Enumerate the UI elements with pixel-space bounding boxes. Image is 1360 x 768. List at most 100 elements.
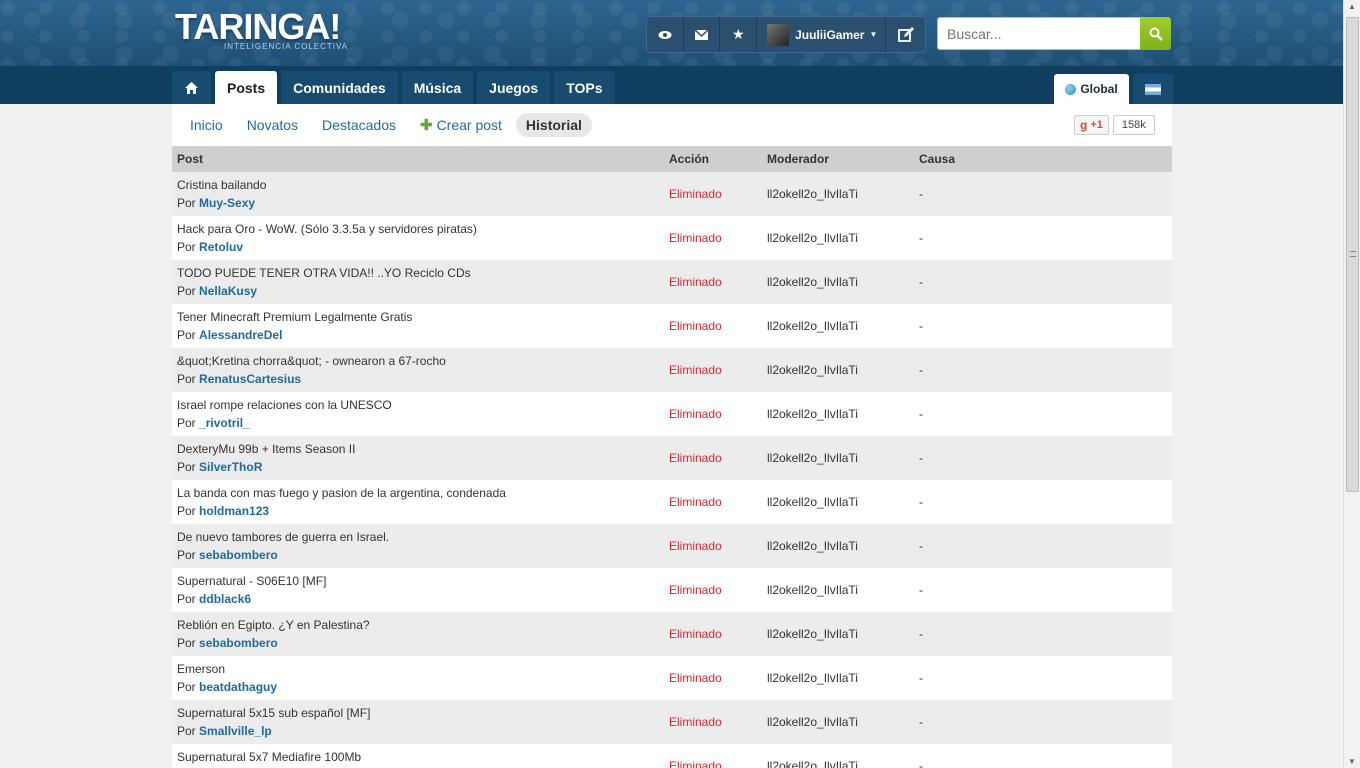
google-plus-button[interactable]: g +1: [1074, 115, 1109, 135]
accion-cell: Eliminado: [669, 583, 722, 597]
subnav-novatos[interactable]: Novatos: [237, 113, 308, 137]
author-link[interactable]: Smallville_lp: [199, 724, 272, 738]
by-prefix: Por: [177, 328, 196, 342]
mail-icon[interactable]: [684, 17, 721, 52]
country-selector[interactable]: [1133, 74, 1173, 104]
table-row: Hack para Oro - WoW. (Sólo 3.3.5a y serv…: [172, 216, 1172, 260]
global-selector[interactable]: Global: [1054, 74, 1129, 104]
causa-cell: -: [919, 363, 923, 377]
main-content: Inicio Novatos Destacados ✚ Crear post H…: [172, 104, 1172, 768]
causa-cell: -: [919, 715, 923, 729]
moderador-cell: ll2okell2o_IlvIlaTi: [767, 495, 858, 509]
crear-post-label: Crear post: [436, 117, 502, 133]
table-row: Supernatural 5x15 sub español [MF] Por Sm…: [172, 700, 1172, 744]
subnav-historial[interactable]: Historial: [515, 113, 592, 137]
home-button[interactable]: [172, 71, 211, 104]
scroll-up-icon[interactable]: ▲: [1348, 2, 1356, 11]
author-link[interactable]: holdman123: [199, 504, 269, 518]
by-prefix: Por: [177, 636, 196, 650]
by-prefix: Por: [177, 724, 196, 738]
post-title-link[interactable]: Emerson: [177, 662, 225, 676]
author-link[interactable]: AlessandreDel: [199, 328, 282, 342]
author-link[interactable]: NellaKusy: [199, 284, 257, 298]
post-title-link[interactable]: Hack para Oro - WoW. (Sólo 3.3.5a y serv…: [177, 222, 477, 236]
author-link[interactable]: sebabombero: [199, 548, 278, 562]
post-title-link[interactable]: Supernatural - S06E10 [MF]: [177, 574, 326, 588]
search-input[interactable]: [937, 17, 1141, 50]
table-row: Supernatural - S06E10 [MF] Por ddblack6 El…: [172, 568, 1172, 612]
table-row: &quot;Kretina chorra&quot; - ownearon a …: [172, 348, 1172, 392]
eye-icon[interactable]: [647, 17, 684, 52]
tab-musica[interactable]: Música: [401, 71, 474, 104]
post-title-link[interactable]: De nuevo tambores de guerra en Israel.: [177, 530, 389, 544]
scrollbar[interactable]: ▲ ▼: [1343, 0, 1360, 768]
moderador-cell: ll2okell2o_IlvIlaTi: [767, 715, 858, 729]
author-link[interactable]: beatdathaguy: [199, 680, 277, 694]
by-prefix: Por: [177, 240, 196, 254]
tab-juegos[interactable]: Juegos: [477, 71, 551, 104]
user-menu[interactable]: JuuliiGamer ▼: [757, 17, 887, 52]
moderador-cell: ll2okell2o_IlvIlaTi: [767, 187, 858, 201]
header-moderador: Moderador: [767, 152, 830, 166]
by-prefix: Por: [177, 460, 196, 474]
post-title-link[interactable]: Supernatural 5x15 sub español [MF]: [177, 706, 370, 720]
post-title-link[interactable]: La banda con mas fuego y pasion de la ar…: [177, 486, 506, 500]
post-title-link[interactable]: Cristina bailando: [177, 178, 266, 192]
post-author: Por Muy-Sexy: [177, 196, 255, 210]
author-link[interactable]: Muy-Sexy: [199, 196, 255, 210]
subnav-crear-post[interactable]: ✚ Crear post: [410, 112, 512, 138]
causa-cell: -: [919, 583, 923, 597]
moderador-cell: ll2okell2o_IlvIlaTi: [767, 627, 858, 641]
accion-cell: Eliminado: [669, 187, 722, 201]
post-title-link[interactable]: &quot;Kretina chorra&quot; - ownearon a …: [177, 354, 446, 368]
subnav-destacados[interactable]: Destacados: [312, 113, 406, 137]
moderador-cell: ll2okell2o_IlvIlaTi: [767, 319, 858, 333]
post-title-link[interactable]: Supernatural 5x7 Mediafire 100Mb: [177, 750, 361, 764]
post-title-link[interactable]: Reblión en Egipto. ¿Y en Palestina?: [177, 618, 370, 632]
post-author: Por SilverThoR: [177, 460, 262, 474]
edit-icon[interactable]: [886, 17, 925, 52]
avatar: [767, 23, 790, 46]
argentina-flag-icon: [1145, 83, 1161, 95]
post-title-link[interactable]: TODO PUEDE TENER OTRA VIDA!! ..YO Recicl…: [177, 266, 471, 280]
author-link[interactable]: ddblack6: [199, 592, 251, 606]
tab-comunidades[interactable]: Comunidades: [281, 71, 398, 104]
scrollbar-thumb[interactable]: [1346, 17, 1359, 492]
tab-tops[interactable]: TOPs: [554, 71, 615, 104]
post-author: Por sebabombero: [177, 636, 278, 650]
by-prefix: Por: [177, 548, 196, 562]
author-link[interactable]: Retoluv: [199, 240, 243, 254]
table-row: TODO PUEDE TENER OTRA VIDA!! ..YO Recicl…: [172, 260, 1172, 304]
accion-cell: Eliminado: [669, 759, 722, 768]
search-button[interactable]: [1140, 17, 1171, 50]
author-link[interactable]: sebabombero: [199, 636, 278, 650]
sub-nav: Inicio Novatos Destacados ✚ Crear post H…: [172, 104, 1172, 146]
scroll-down-icon[interactable]: ▼: [1348, 757, 1356, 766]
post-title-link[interactable]: Tener Minecraft Premium Legalmente Grati…: [177, 310, 412, 324]
table-row: Tener Minecraft Premium Legalmente Grati…: [172, 304, 1172, 348]
post-author: Por Retoluv: [177, 240, 243, 254]
table-row: Reblión en Egipto. ¿Y en Palestina? Por s…: [172, 612, 1172, 656]
author-link[interactable]: RenatusCartesius: [199, 372, 301, 386]
post-title-link[interactable]: DexteryMu 99b + Items Season II: [177, 442, 355, 456]
chevron-down-icon: ▼: [869, 30, 878, 39]
star-icon[interactable]: ★: [720, 17, 758, 52]
gplus-label: +1: [1090, 119, 1103, 131]
moderador-cell: ll2okell2o_IlvIlaTi: [767, 583, 858, 597]
header-causa: Causa: [919, 152, 956, 166]
table-row: Israel rompe relaciones con la UNESCO Por…: [172, 392, 1172, 436]
moderador-cell: ll2okell2o_IlvIlaTi: [767, 275, 858, 289]
subnav-inicio[interactable]: Inicio: [180, 113, 233, 137]
author-link[interactable]: SilverThoR: [199, 460, 262, 474]
post-author: Por ddblack6: [177, 592, 251, 606]
logo-tagline: INTELIGENCIA COLECTIVA: [224, 42, 349, 51]
by-prefix: Por: [177, 416, 196, 430]
moderador-cell: ll2okell2o_IlvIlaTi: [767, 231, 858, 245]
by-prefix: Por: [177, 372, 196, 386]
author-link[interactable]: _rivotril_: [199, 416, 250, 430]
global-label: Global: [1080, 82, 1118, 96]
tab-posts[interactable]: Posts: [215, 71, 278, 104]
table-header: Post Acción Moderador Causa: [172, 146, 1172, 172]
table-row: DexteryMu 99b + Items Season II Por Silve…: [172, 436, 1172, 480]
post-title-link[interactable]: Israel rompe relaciones con la UNESCO: [177, 398, 392, 412]
